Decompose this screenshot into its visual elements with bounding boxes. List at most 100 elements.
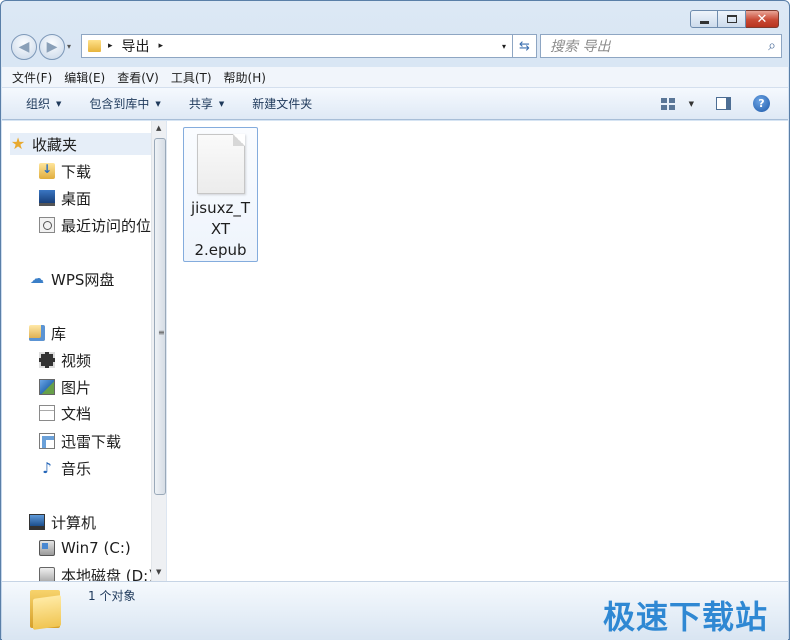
include-in-library-button[interactable]: 包含到库中 ▼ xyxy=(89,95,160,112)
system-drive-icon xyxy=(39,540,55,556)
xunlei-library-icon xyxy=(39,433,55,449)
file-name-line: XT xyxy=(210,220,231,238)
arrow-left-icon: ◀ xyxy=(18,39,30,55)
back-button[interactable]: ◀ xyxy=(11,34,37,60)
content-area: ★ 收藏夹 下载 桌面 最近访问的位置 ☁ WPS网盘 库 视频 图片 xyxy=(2,121,788,581)
nav-libraries-label: 库 xyxy=(51,324,67,343)
grip-icon: ≡ xyxy=(158,328,165,337)
scroll-up-icon[interactable]: ▲ xyxy=(156,124,161,132)
nav-pictures-label: 图片 xyxy=(61,378,92,397)
download-folder-icon xyxy=(39,162,55,179)
details-pane: 1 个对象 极速下载站 xyxy=(2,581,788,640)
breadcrumb-current[interactable]: 导出 xyxy=(122,36,150,56)
command-bar: 组织 ▼ 包含到库中 ▼ 共享 ▼ 新建文件夹 ▼ ? xyxy=(2,88,788,120)
preview-pane-icon[interactable] xyxy=(716,97,731,110)
nav-downloads[interactable]: 下载 xyxy=(39,160,91,182)
nav-libraries[interactable]: 库 xyxy=(29,322,66,344)
nav-music-label: 音乐 xyxy=(61,459,92,478)
nav-desktop-label: 桌面 xyxy=(61,189,92,208)
breadcrumb-separator-2[interactable]: ▸ xyxy=(159,41,164,51)
nav-drive-c-label: Win7 (C:) xyxy=(61,539,131,557)
cloud-icon: ☁ xyxy=(30,271,44,287)
organize-button[interactable]: 组织 ▼ xyxy=(26,95,61,112)
recent-pages-dropdown[interactable]: ▾ xyxy=(67,42,71,51)
video-icon xyxy=(39,352,55,368)
refresh-button[interactable]: ⇆ xyxy=(513,34,537,58)
menu-help[interactable]: 帮助(H) xyxy=(224,69,266,86)
chevron-down-icon: ▼ xyxy=(56,99,62,108)
new-folder-button[interactable]: 新建文件夹 xyxy=(252,95,312,112)
close-icon: ✕ xyxy=(756,11,768,27)
search-placeholder: 搜索 导出 xyxy=(550,39,611,55)
blank-file-icon xyxy=(197,134,245,194)
nav-pictures[interactable]: 图片 xyxy=(39,376,91,398)
nav-videos[interactable]: 视频 xyxy=(39,349,91,371)
nav-favorites[interactable]: ★ 收藏夹 xyxy=(10,133,151,155)
menu-file[interactable]: 文件(F) xyxy=(12,69,52,86)
computer-icon xyxy=(29,514,45,530)
nav-computer[interactable]: 计算机 xyxy=(29,511,96,533)
maximize-button[interactable] xyxy=(718,10,746,28)
chevron-down-icon: ▼ xyxy=(155,99,161,108)
close-button[interactable]: ✕ xyxy=(746,10,779,28)
address-bar[interactable]: ▸ 导出 ▸ ▾ xyxy=(81,34,513,58)
file-name: jisuxz_T XT 2.epub xyxy=(186,198,255,261)
nav-drive-d[interactable]: 本地磁盘 (D:) xyxy=(39,564,151,581)
library-icon xyxy=(29,325,45,341)
include-in-library-label: 包含到库中 xyxy=(89,97,150,111)
address-row: ◀ ▶ ▾ ▸ 导出 ▸ ▾ ⇆ 搜索 导出 ⌕ xyxy=(9,32,782,60)
help-icon[interactable]: ? xyxy=(753,95,770,112)
refresh-icon: ⇆ xyxy=(519,38,530,54)
file-name-line: 2.epub xyxy=(194,241,247,259)
new-folder-label: 新建文件夹 xyxy=(252,97,313,111)
recent-places-icon xyxy=(39,217,55,233)
scroll-thumb[interactable]: ≡ xyxy=(154,138,166,495)
nav-drive-c[interactable]: Win7 (C:) xyxy=(39,537,131,559)
nav-computer-label: 计算机 xyxy=(51,513,97,532)
folder-icon xyxy=(88,40,101,52)
document-icon xyxy=(39,405,55,421)
share-button[interactable]: 共享 ▼ xyxy=(189,95,224,112)
nav-documents[interactable]: 文档 xyxy=(39,402,91,424)
file-item[interactable]: jisuxz_T XT 2.epub xyxy=(183,127,258,262)
search-icon[interactable]: ⌕ xyxy=(768,38,776,54)
nav-music[interactable]: ♪ 音乐 xyxy=(39,457,91,479)
nav-wps-label: WPS网盘 xyxy=(51,270,115,289)
nav-drive-d-label: 本地磁盘 (D:) xyxy=(61,566,151,582)
minimize-icon xyxy=(699,20,709,24)
navigation-pane: ★ 收藏夹 下载 桌面 最近访问的位置 ☁ WPS网盘 库 视频 图片 xyxy=(2,121,167,581)
menu-edit[interactable]: 编辑(E) xyxy=(64,69,105,86)
item-count: 1 个对象 xyxy=(88,589,136,603)
address-dropdown-icon[interactable]: ▾ xyxy=(502,42,506,51)
drive-icon xyxy=(39,567,55,581)
star-icon: ★ xyxy=(10,134,26,153)
arrow-right-icon: ▶ xyxy=(46,39,58,55)
nav-desktop[interactable]: 桌面 xyxy=(39,187,91,209)
nav-favorites-label: 收藏夹 xyxy=(32,135,78,154)
minimize-button[interactable] xyxy=(690,10,718,28)
search-input[interactable]: 搜索 导出 ⌕ xyxy=(540,34,782,58)
breadcrumb-separator[interactable]: ▸ xyxy=(108,41,113,51)
nav-scrollbar[interactable]: ▲ ≡ ▼ xyxy=(151,121,166,581)
views-icon[interactable] xyxy=(660,97,675,110)
nav-wps-cloud[interactable]: ☁ WPS网盘 xyxy=(29,268,114,290)
organize-label: 组织 xyxy=(26,97,51,111)
menu-view[interactable]: 查看(V) xyxy=(117,69,159,86)
nav-xunlei-downloads[interactable]: 迅雷下载 xyxy=(39,430,121,452)
nav-documents-label: 文档 xyxy=(61,404,92,423)
desktop-icon xyxy=(39,190,55,206)
picture-icon xyxy=(39,379,55,395)
maximize-icon xyxy=(726,15,737,23)
nav-recent-places[interactable]: 最近访问的位置 xyxy=(39,214,151,236)
chevron-down-icon: ▼ xyxy=(218,99,225,108)
scroll-down-icon[interactable]: ▼ xyxy=(156,568,161,576)
watermark-logo: 极速下载站 xyxy=(602,598,768,636)
file-name-line: jisuxz_T xyxy=(190,199,251,217)
views-dropdown-icon[interactable]: ▼ xyxy=(689,100,694,108)
explorer-window: ✕ ◀ ▶ ▾ ▸ 导出 ▸ ▾ ⇆ 搜索 导出 ⌕ 文件(F) 编辑(E) 查… xyxy=(0,0,790,640)
menu-tools[interactable]: 工具(T) xyxy=(171,69,212,86)
forward-button[interactable]: ▶ xyxy=(39,34,65,60)
file-list: jisuxz_T XT 2.epub xyxy=(168,121,788,581)
nav-xunlei-label: 迅雷下载 xyxy=(61,432,122,451)
folder-icon xyxy=(30,588,62,630)
